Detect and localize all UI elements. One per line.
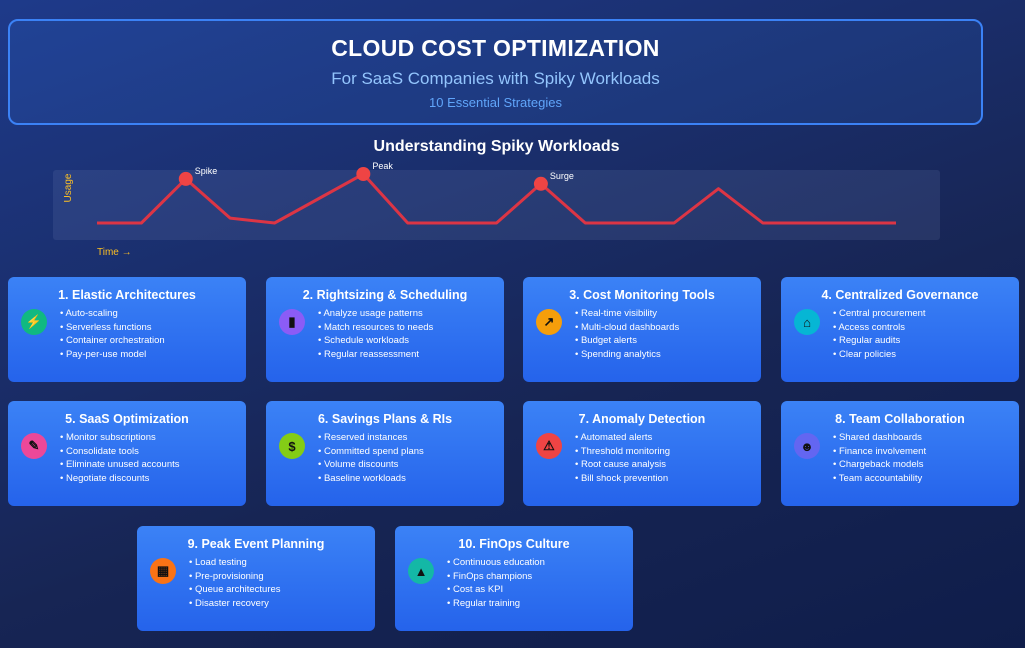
strategy-item: Automated alerts xyxy=(575,431,670,445)
spiky-workload-chart: Spike Peak Surge Time → Usage xyxy=(53,161,940,258)
strategy-list: Monitor subscriptionsConsolidate toolsEl… xyxy=(60,431,180,485)
calendar-icon: ▦ xyxy=(150,558,176,584)
strategy-item: Analyze usage patterns xyxy=(318,307,433,321)
strategy-item: Spending analytics xyxy=(575,348,679,362)
strategy-item: FinOps champions xyxy=(447,570,545,584)
lightning-icon: ⚡ xyxy=(21,309,47,335)
strategy-card: 10. FinOps Culture ▲ Continuous educationF… xyxy=(395,526,633,631)
strategy-title: 6. Savings Plans & RIs xyxy=(317,412,453,426)
strategy-list: Central procurementAccess controlsRegula… xyxy=(833,307,926,362)
building-icon: ⌂ xyxy=(794,309,820,335)
strategy-list: Automated alertsThreshold monitoringRoot… xyxy=(575,431,670,485)
annotation-label: Surge xyxy=(550,171,574,181)
strategy-title: 5. SaaS Optimization xyxy=(65,412,189,426)
strategy-item: Budget alerts xyxy=(575,334,679,348)
strategy-item: Disaster recovery xyxy=(189,597,281,611)
strategy-item: Threshold monitoring xyxy=(575,445,670,459)
team-icon: ☻ xyxy=(794,433,820,459)
strategy-item: Volume discounts xyxy=(318,458,424,472)
strategy-item: Negotiate discounts xyxy=(60,472,180,486)
strategy-item: Pay-per-use model xyxy=(60,348,165,362)
strategy-list: Real-time visibilityMulti-cloud dashboar… xyxy=(575,307,679,361)
alarm-icon: ⚠ xyxy=(536,433,562,459)
strategy-item: Baseline workloads xyxy=(318,472,424,486)
strategy-item: Multi-cloud dashboards xyxy=(575,321,679,335)
strategy-title: 2. Rightsizing & Scheduling xyxy=(302,288,468,302)
strategy-item: Clear policies xyxy=(833,348,926,362)
strategy-item: Serverless functions xyxy=(60,321,165,335)
strategy-list: Auto-scalingServerless functionsContaine… xyxy=(60,307,165,362)
annotation-label: Spike xyxy=(195,166,218,176)
strategy-item: Committed spend plans xyxy=(318,445,424,459)
bar-chart-icon: ▮ xyxy=(279,309,305,335)
strategy-list: Reserved instancesCommitted spend plansV… xyxy=(318,431,424,485)
strategy-item: Bill shock prevention xyxy=(575,472,670,486)
wrench-icon: ✎ xyxy=(21,433,47,459)
strategy-title: 8. Team Collaboration xyxy=(835,412,965,426)
strategy-title: 7. Anomaly Detection xyxy=(578,412,706,426)
strategy-item: Eliminate unused accounts xyxy=(60,458,180,472)
strategy-item: Access controls xyxy=(833,321,926,335)
strategy-item: Reserved instances xyxy=(318,431,424,445)
strategy-item: Central procurement xyxy=(833,307,926,321)
strategy-item: Root cause analysis xyxy=(575,458,670,472)
strategy-list: Shared dashboardsFinance involvementChar… xyxy=(833,431,926,485)
strategy-item: Real-time visibility xyxy=(575,307,679,321)
x-axis-label: Time → xyxy=(97,247,132,258)
strategy-list: Analyze usage patternsMatch resources to… xyxy=(318,307,433,361)
strategy-card: 8. Team Collaboration ☻ Shared dashboardsF… xyxy=(781,401,1019,506)
strategy-item: Shared dashboards xyxy=(833,431,926,445)
money-bag-icon: $ xyxy=(279,433,305,459)
graduation-cap-icon: ▲ xyxy=(408,558,434,584)
strategy-item: Chargeback models xyxy=(833,458,926,472)
strategy-title: 4. Centralized Governance xyxy=(821,288,979,302)
strategy-list: Load testingPre-provisioningQueue archit… xyxy=(189,556,281,610)
strategy-item: Consolidate tools xyxy=(60,445,180,459)
strategy-item: Queue architectures xyxy=(189,583,281,597)
strategy-item: Finance involvement xyxy=(833,445,926,459)
strategy-card: 7. Anomaly Detection ⚠ Automated alertsThr… xyxy=(523,401,761,506)
annotation-point xyxy=(533,176,548,191)
y-axis-label: Usage xyxy=(63,173,74,202)
strategy-item: Monitor subscriptions xyxy=(60,431,180,445)
strategy-card: 2. Rightsizing & Scheduling ▮ Analyze usag… xyxy=(266,277,504,382)
strategy-item: Auto-scaling xyxy=(60,307,165,321)
strategy-item: Continuous education xyxy=(447,556,545,570)
strategy-item: Cost as KPI xyxy=(447,583,545,597)
annotation-point xyxy=(356,167,371,181)
strategy-card: 9. Peak Event Planning ▦ Load testingPre-p… xyxy=(137,526,375,631)
strategy-item: Regular audits xyxy=(833,334,926,348)
strategy-card: 5. SaaS Optimization ✎ Monitor subscriptio… xyxy=(8,401,246,506)
annotation-label: Peak xyxy=(372,161,393,171)
strategy-item: Regular training xyxy=(447,597,545,611)
strategy-title: 9. Peak Event Planning xyxy=(187,537,325,551)
strategy-card: 3. Cost Monitoring Tools ↗ Real-time visib… xyxy=(523,277,761,382)
strategy-item: Regular reassessment xyxy=(318,348,433,362)
strategy-title: 10. FinOps Culture xyxy=(458,537,570,551)
strategy-card: 4. Centralized Governance⌂ Central procur… xyxy=(781,277,1019,382)
strategy-item: Team accountability xyxy=(833,472,926,486)
strategy-item: Schedule workloads xyxy=(318,334,433,348)
strategy-item: Load testing xyxy=(189,556,281,570)
strategy-item: Match resources to needs xyxy=(318,321,433,335)
strategy-card: 1. Elastic Architectures ⚡ Auto-scalingSer… xyxy=(8,277,246,382)
annotation-point xyxy=(178,171,193,186)
strategy-item: Container orchestration xyxy=(60,334,165,348)
strategy-title: 1. Elastic Architectures xyxy=(58,288,196,302)
strategy-list: Continuous educationFinOps championsCost… xyxy=(447,556,545,610)
strategy-item: Pre-provisioning xyxy=(189,570,281,584)
strategy-card: 6. Savings Plans & RIs $ Reserved instance… xyxy=(266,401,504,506)
trend-chart-icon: ↗ xyxy=(536,309,562,335)
strategy-title: 3. Cost Monitoring Tools xyxy=(569,288,715,302)
